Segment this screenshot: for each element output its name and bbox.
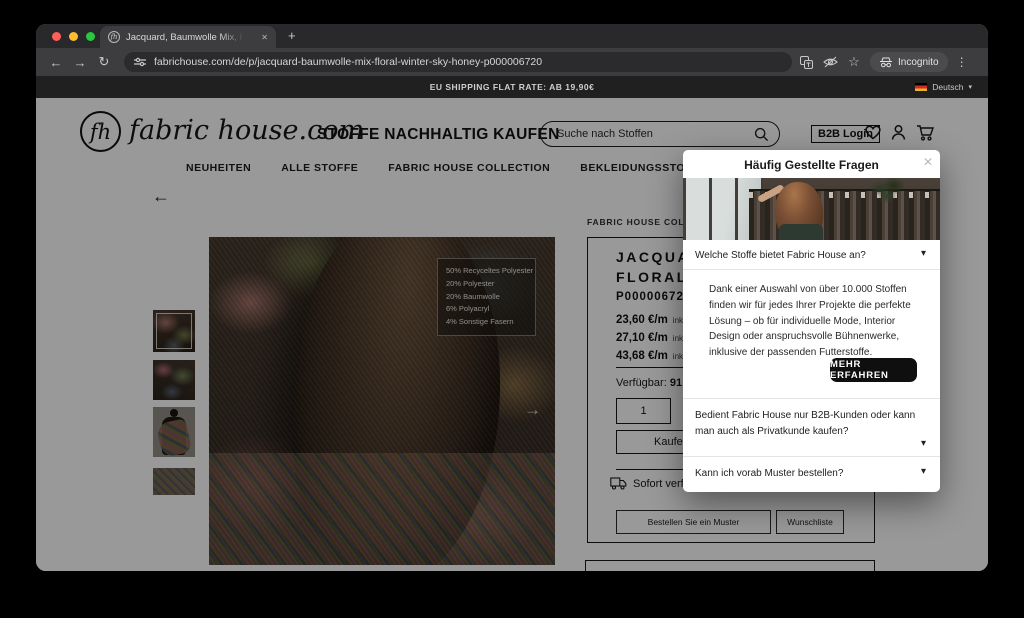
faq-question-3[interactable]: Kann ich vorab Muster bestellen? [695, 468, 843, 479]
favicon-icon: fh [108, 31, 120, 43]
language-label: Deutsch [932, 82, 963, 92]
zoom-window-button[interactable] [86, 32, 95, 41]
plant [870, 178, 904, 204]
divider [683, 269, 940, 270]
browser-window: fh Jacquard, Baumwolle Mix, Flo ✕ + ← → … [36, 24, 988, 571]
shipping-banner: EU SHIPPING FLAT RATE: AB 19,90€ Deutsch… [36, 76, 988, 98]
tab-close-icon[interactable]: ✕ [261, 33, 268, 42]
faq-question-1[interactable]: Welche Stoffe bietet Fabric House an? [695, 250, 866, 261]
faq-showroom-photo [683, 178, 940, 240]
bookmark-star-icon[interactable]: ☆ [844, 54, 864, 70]
faq-caret-3-icon[interactable]: ▾ [921, 466, 926, 477]
tab-title: Jacquard, Baumwolle Mix, Flo [126, 32, 244, 43]
language-caret-icon: ▾ [968, 83, 972, 91]
browser-tab[interactable]: fh Jacquard, Baumwolle Mix, Flo ✕ [100, 26, 276, 48]
divider [683, 398, 940, 399]
screen: fh Jacquard, Baumwolle Mix, Flo ✕ + ← → … [0, 0, 1024, 618]
faq-answer-1: Dank einer Auswahl von über 10.000 Stoff… [709, 282, 917, 361]
site-info-icon[interactable] [134, 57, 146, 67]
url-text: fabrichouse.com/de/p/jacquard-baumwolle-… [154, 56, 542, 68]
customer-sweater [779, 224, 823, 240]
window-controls [52, 32, 95, 41]
mehr-erfahren-button[interactable]: MEHR ERFAHREN [830, 358, 917, 382]
language-selector[interactable]: Deutsch ▾ [915, 76, 972, 98]
german-flag-icon [915, 83, 927, 91]
browser-toolbar: ← → ↻ fabrichouse.com/de/p/jacquard-baum… [36, 48, 988, 76]
web-page: EU SHIPPING FLAT RATE: AB 19,90€ Deutsch… [36, 76, 988, 571]
reload-button[interactable]: ↻ [94, 54, 114, 70]
close-window-button[interactable] [52, 32, 61, 41]
back-button[interactable]: ← [46, 55, 66, 70]
faq-popup: Häufig Gestellte Fragen ✕ Welche Stoffe … [683, 150, 940, 492]
incognito-badge: Incognito [870, 52, 948, 72]
page-content: fh fabric house.com STOFFE NACHHALTIG KA… [36, 98, 988, 571]
faq-title: Häufig Gestellte Fragen [683, 158, 940, 172]
address-bar[interactable]: fabrichouse.com/de/p/jacquard-baumwolle-… [124, 52, 792, 72]
incognito-label: Incognito [898, 57, 939, 68]
new-tab-button[interactable]: + [288, 28, 296, 43]
eye-off-icon[interactable] [820, 56, 840, 68]
faq-caret-2-icon[interactable]: ▾ [921, 438, 926, 449]
divider [683, 456, 940, 457]
translate-icon[interactable] [796, 56, 816, 69]
faq-close-icon[interactable]: ✕ [923, 155, 933, 169]
tab-strip: fh Jacquard, Baumwolle Mix, Flo ✕ + [36, 24, 988, 48]
shipping-banner-text: EU SHIPPING FLAT RATE: AB 19,90€ [430, 82, 595, 92]
forward-button[interactable]: → [70, 55, 90, 70]
menu-kebab-icon[interactable]: ⋮ [956, 55, 968, 69]
faq-caret-1-icon[interactable]: ▾ [921, 248, 926, 259]
minimize-window-button[interactable] [69, 32, 78, 41]
faq-question-2[interactable]: Bedient Fabric House nur B2B-Kunden oder… [695, 408, 919, 439]
